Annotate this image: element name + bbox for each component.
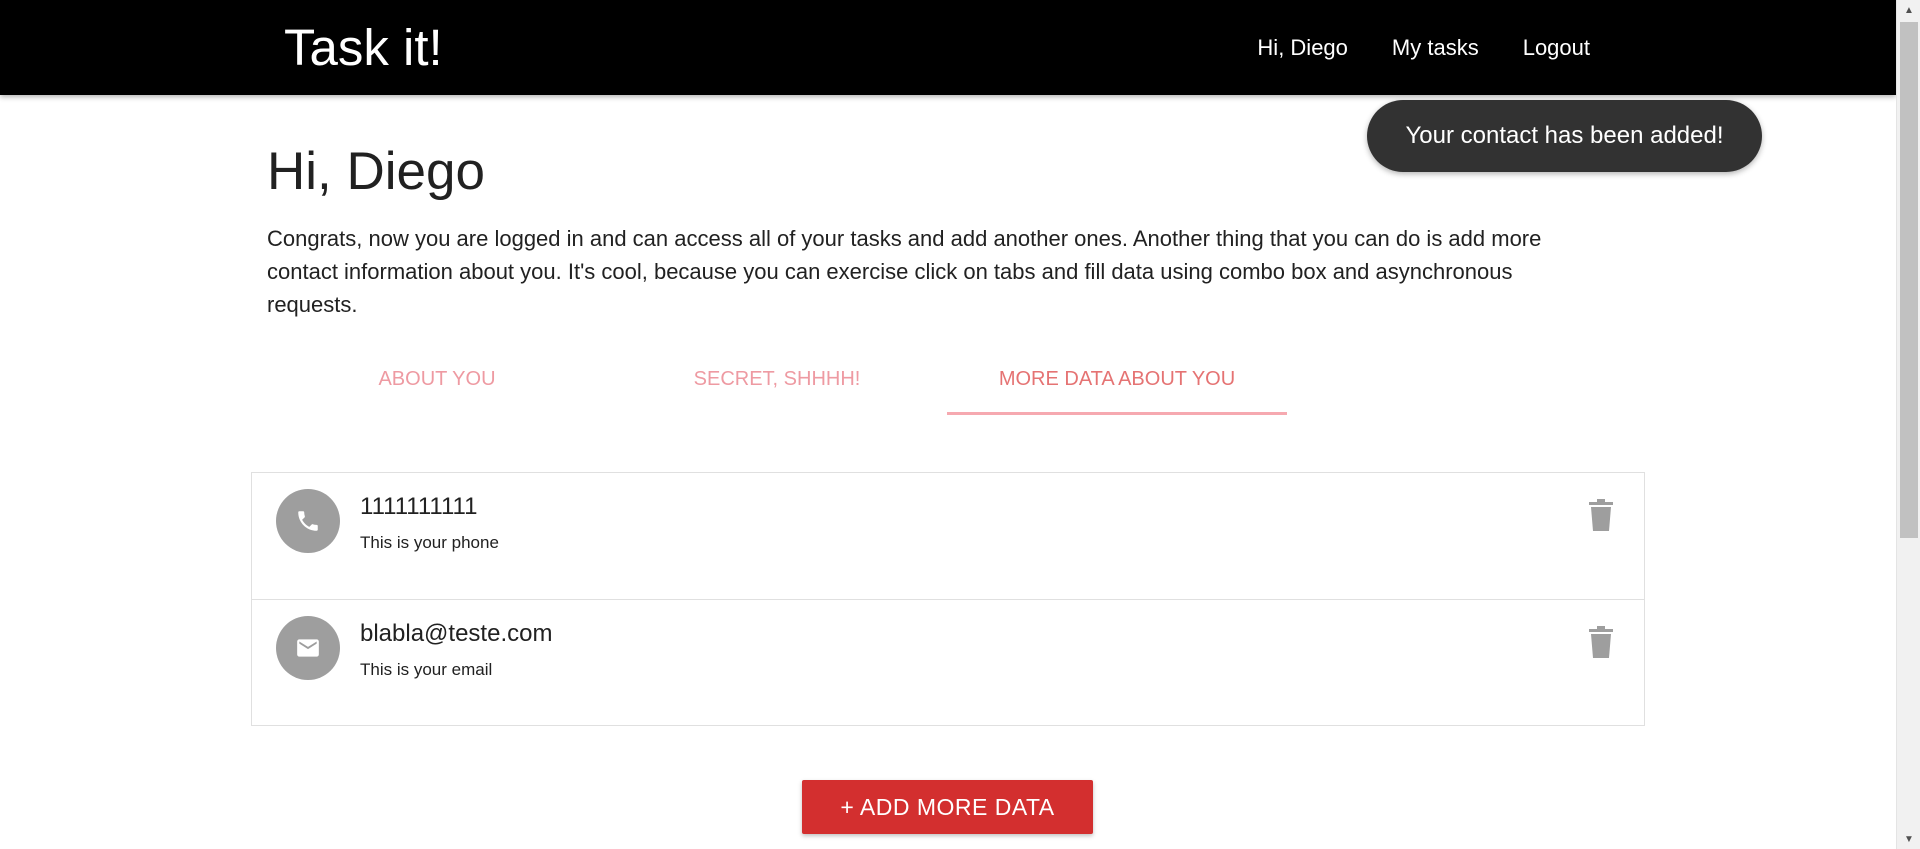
- page-title: Hi, Diego: [267, 142, 485, 201]
- delete-icon[interactable]: [1588, 626, 1614, 658]
- tab-indicator: [947, 412, 1287, 415]
- nav-link-logout[interactable]: Logout: [1523, 35, 1590, 61]
- email-icon: [276, 616, 340, 680]
- intro-text: Congrats, now you are logged in and can …: [267, 226, 1542, 317]
- contact-value: 1111111111: [360, 493, 478, 520]
- contact-description: This is your phone: [360, 533, 499, 552]
- tab-more-data[interactable]: MORE DATA ABOUT YOU: [947, 355, 1287, 417]
- scrollbar[interactable]: ▲ ▼: [1896, 0, 1920, 849]
- tab-about-you[interactable]: ABOUT YOU: [267, 355, 607, 417]
- navbar: Task it! Hi, Diego My tasks Logout: [0, 0, 1896, 95]
- add-more-data-button[interactable]: + ADD MORE DATA: [802, 780, 1093, 834]
- brand-logo[interactable]: Task it!: [284, 19, 443, 77]
- tabs: ABOUT YOU SECRET, SHHHH! MORE DATA ABOUT…: [267, 355, 1287, 417]
- delete-icon[interactable]: [1588, 499, 1614, 531]
- nav-link-profile[interactable]: Hi, Diego: [1257, 35, 1347, 61]
- contact-list: 1111111111 This is your phone blabla@tes…: [251, 472, 1645, 726]
- scroll-thumb[interactable]: [1900, 22, 1918, 538]
- nav-link-my-tasks[interactable]: My tasks: [1392, 35, 1479, 61]
- phone-icon: [276, 489, 340, 553]
- contact-value: blabla@teste.com: [360, 620, 553, 647]
- list-item: blabla@teste.com This is your email: [252, 599, 1644, 725]
- scroll-up-arrow-icon[interactable]: ▲: [1897, 0, 1920, 20]
- tab-secret[interactable]: SECRET, SHHHH!: [607, 355, 947, 417]
- nav-links: Hi, Diego My tasks Logout: [1213, 0, 1590, 95]
- toast-notification: Your contact has been added!: [1367, 100, 1762, 172]
- list-item: 1111111111 This is your phone: [252, 473, 1644, 599]
- contact-description: This is your email: [360, 660, 493, 679]
- scroll-down-arrow-icon[interactable]: ▼: [1897, 829, 1920, 849]
